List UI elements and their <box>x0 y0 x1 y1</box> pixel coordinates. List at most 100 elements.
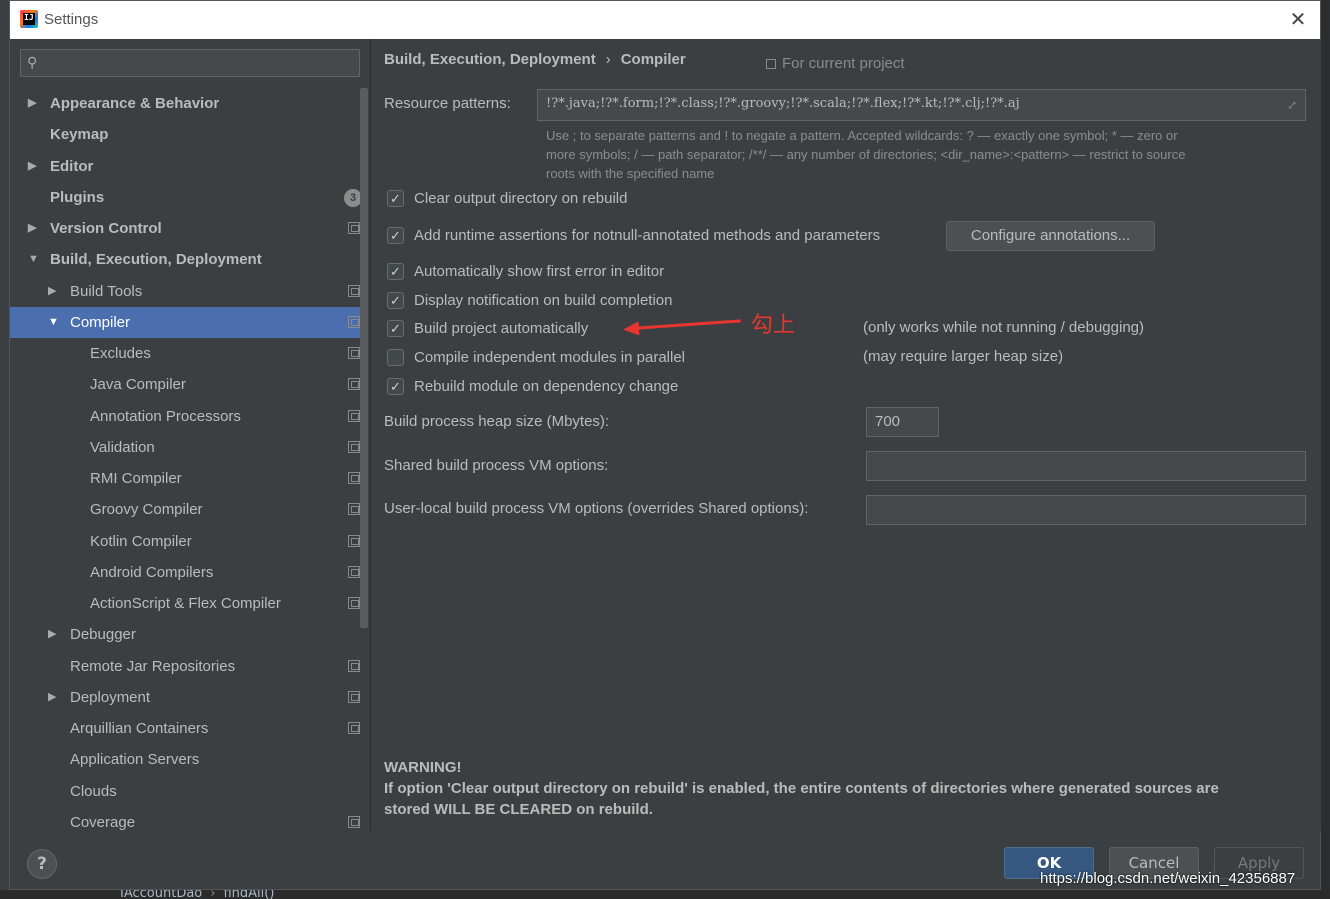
rebuild-module-label[interactable]: Rebuild module on dependency change <box>414 376 678 398</box>
hint-line-1: Use ; to separate patterns and ! to nega… <box>546 128 1178 143</box>
clear-output-checkbox[interactable]: ✓ <box>387 190 404 207</box>
settings-dialog: IJ Settings ✕ ⚲ ▶ Appearance & Behavior Ke… <box>9 0 1321 890</box>
project-scope-icon <box>348 378 360 391</box>
sidebar-scrollbar[interactable] <box>360 88 368 628</box>
resource-patterns-input[interactable]: !?*.java;!?*.form;!?*.class;!?*.groovy;!… <box>537 89 1306 121</box>
sidebar-item[interactable]: RMI Compiler <box>10 463 360 494</box>
sidebar-item-label: Android Compilers <box>90 563 214 581</box>
sidebar-item[interactable]: Validation <box>10 432 360 463</box>
sidebar-item[interactable]: Coverage <box>10 807 360 833</box>
sidebar-item[interactable]: Arquillian Containers <box>10 713 360 744</box>
sidebar-item[interactable]: ActionScript & Flex Compiler <box>10 588 360 619</box>
sidebar-item[interactable]: ▼ Build, Execution, Deployment <box>10 244 360 275</box>
project-scope-icon <box>348 284 360 297</box>
for-project-text: For current project <box>782 55 905 72</box>
collapsed-arrow-icon[interactable]: ▶ <box>28 151 36 182</box>
sidebar-item[interactable]: Remote Jar Repositories <box>10 651 360 682</box>
sidebar-item-label: Kotlin Compiler <box>90 532 192 550</box>
sidebar-item-label: Groovy Compiler <box>90 501 203 519</box>
window-title: Settings <box>44 11 99 28</box>
sidebar-item[interactable]: Application Servers <box>10 744 360 775</box>
sidebar-item[interactable]: ▶ Deployment <box>10 682 360 713</box>
project-scope-icon <box>348 315 360 328</box>
compile-parallel-checkbox[interactable] <box>387 349 404 366</box>
sidebar-item-label: ActionScript & Flex Compiler <box>90 595 281 612</box>
project-scope-icon <box>348 565 360 578</box>
resource-patterns-label: Resource patterns: <box>384 95 511 112</box>
sidebar-item-label: Deployment <box>70 688 151 706</box>
compile-parallel-label[interactable]: Compile independent modules in parallel <box>414 347 685 369</box>
rebuild-module-checkbox[interactable]: ✓ <box>387 378 404 395</box>
clear-output-warning: WARNING! If option 'Clear output directo… <box>384 757 1304 820</box>
breadcrumb-current: Compiler <box>620 51 686 68</box>
settings-sidebar: ⚲ ▶ Appearance & Behavior Keymap ▶ Editor Plu… <box>10 39 370 831</box>
heap-size-input[interactable]: 700 <box>866 407 939 437</box>
project-scope-icon <box>348 534 360 547</box>
sidebar-item[interactable]: Keymap <box>10 119 360 150</box>
user-vm-options-input[interactable] <box>866 495 1306 525</box>
sidebar-item[interactable]: ▶ Editor <box>10 151 360 182</box>
sidebar-item-label: Keymap <box>50 126 109 144</box>
heap-size-label: Build process heap size (Mbytes): <box>384 413 610 430</box>
shared-vm-options-input[interactable] <box>866 451 1306 481</box>
sidebar-item[interactable]: ▶ Version Control <box>10 213 360 244</box>
expand-icon[interactable]: ⤢ <box>1287 98 1297 112</box>
settings-search-input[interactable]: ⚲ <box>20 49 360 77</box>
build-auto-note: (only works while not running / debuggin… <box>863 319 1144 336</box>
sidebar-item[interactable]: ▼ Compiler <box>10 306 360 338</box>
sidebar-item[interactable]: Android Compilers <box>10 557 360 588</box>
sidebar-item-label: Remote Jar Repositories <box>70 657 236 675</box>
sidebar-item[interactable]: Excludes <box>10 338 360 369</box>
warning-line-1: If option 'Clear output directory on reb… <box>384 780 1219 797</box>
compiler-settings-panel: Build, Execution, Deployment › Compiler Fo… <box>371 39 1321 831</box>
sidebar-item-label: Editor <box>50 157 94 175</box>
project-scope-icon <box>348 347 360 359</box>
project-scope-icon <box>348 409 360 422</box>
close-button[interactable]: ✕ <box>1288 9 1308 29</box>
sidebar-item-label: Build Tools <box>70 282 143 300</box>
runtime-assertions-checkbox[interactable]: ✓ <box>387 227 404 244</box>
warning-title: WARNING! <box>384 759 462 776</box>
collapsed-arrow-icon[interactable]: ▶ <box>48 276 56 307</box>
build-auto-label[interactable]: Build project automatically <box>414 318 588 340</box>
configure-annotations-button[interactable]: Configure annotations... <box>946 221 1155 251</box>
breadcrumb-parent[interactable]: Build, Execution, Deployment <box>384 51 596 68</box>
sidebar-item[interactable]: Plugins 3 <box>10 182 360 213</box>
collapsed-arrow-icon[interactable]: ▶ <box>48 619 56 650</box>
sidebar-item-label: Arquillian Containers <box>70 720 209 737</box>
help-button[interactable]: ? <box>27 849 57 879</box>
sidebar-item-label: Application Servers <box>70 751 200 769</box>
show-first-error-label[interactable]: Automatically show first error in editor <box>414 261 664 283</box>
show-first-error-checkbox[interactable]: ✓ <box>387 263 404 280</box>
expanded-arrow-icon[interactable]: ▼ <box>28 244 39 275</box>
project-scope-icon <box>348 440 360 453</box>
expanded-arrow-icon[interactable]: ▼ <box>48 307 59 338</box>
sidebar-item-label: RMI Compiler <box>90 470 182 487</box>
intellij-logo-icon: IJ <box>20 10 38 28</box>
sidebar-item[interactable]: Java Compiler <box>10 369 360 400</box>
collapsed-arrow-icon[interactable]: ▶ <box>48 682 56 713</box>
sidebar-item[interactable]: Annotation Processors <box>10 401 360 432</box>
shared-vm-options-label: Shared build process VM options: <box>384 457 609 474</box>
sidebar-item[interactable]: Clouds <box>10 776 360 807</box>
collapsed-arrow-icon[interactable]: ▶ <box>28 213 36 244</box>
notify-build-label[interactable]: Display notification on build completion <box>414 290 672 312</box>
annotation-text: 勾上 <box>751 313 796 338</box>
project-scope-icon <box>348 597 360 609</box>
sidebar-item-label: Appearance & Behavior <box>50 95 220 112</box>
title-bar: IJ Settings ✕ <box>10 1 1320 39</box>
sidebar-item[interactable]: ▶ Appearance & Behavior <box>10 88 360 119</box>
project-scope-icon <box>348 690 360 703</box>
sidebar-item[interactable]: ▶ Debugger <box>10 619 360 650</box>
annotation-arrow-line <box>630 319 741 330</box>
clear-output-label[interactable]: Clear output directory on rebuild <box>414 188 627 210</box>
project-scope-icon <box>348 659 360 672</box>
sidebar-item[interactable]: Kotlin Compiler <box>10 526 360 557</box>
sidebar-item-label: Version Control <box>50 220 162 237</box>
notify-build-checkbox[interactable]: ✓ <box>387 292 404 309</box>
sidebar-item[interactable]: ▶ Build Tools <box>10 276 360 307</box>
runtime-assertions-label[interactable]: Add runtime assertions for notnull-annot… <box>414 225 880 247</box>
collapsed-arrow-icon[interactable]: ▶ <box>28 88 36 119</box>
sidebar-item[interactable]: Groovy Compiler <box>10 494 360 525</box>
build-auto-checkbox[interactable]: ✓ <box>387 320 404 337</box>
